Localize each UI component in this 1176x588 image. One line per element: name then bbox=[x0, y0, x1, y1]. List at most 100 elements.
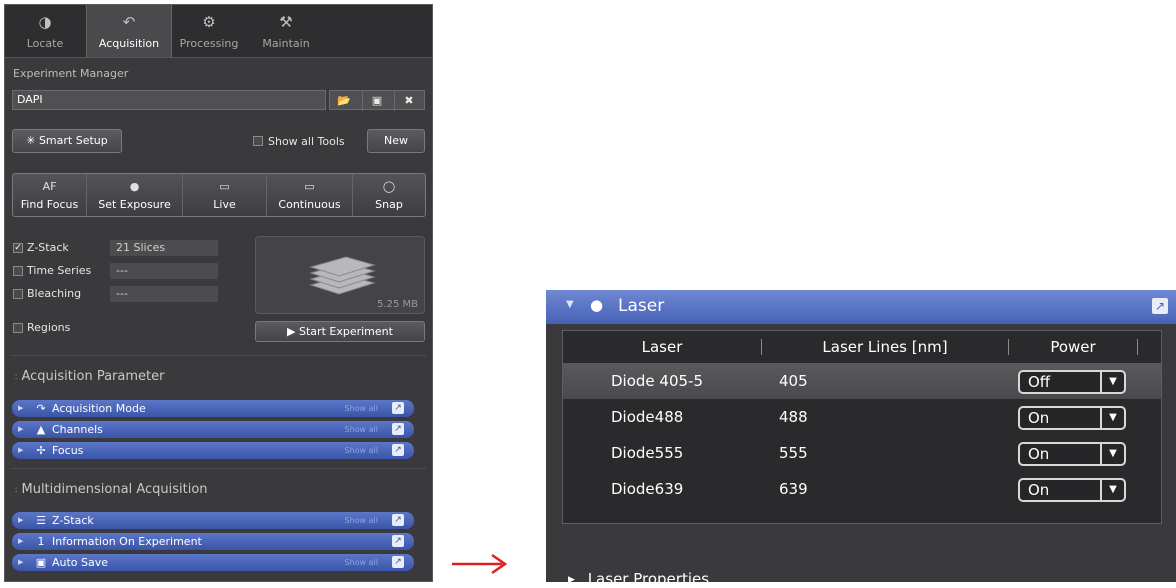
column-divider bbox=[1137, 339, 1138, 355]
show-all-toggle[interactable]: Show all bbox=[345, 442, 378, 459]
delete-icon[interactable]: ✖ bbox=[394, 91, 423, 111]
info-icon: 1 bbox=[37, 535, 45, 548]
experiment-name-field[interactable]: DAPI bbox=[12, 90, 326, 110]
laser-line: 405 bbox=[779, 372, 808, 390]
power-dropdown[interactable]: Off ▼ bbox=[1018, 370, 1126, 394]
z-stack-value[interactable]: 21 Slices bbox=[110, 240, 218, 256]
acquisition-mode-icon: ↷ bbox=[36, 402, 46, 415]
table-row[interactable]: Diode555 555 On ▼ bbox=[563, 435, 1161, 471]
live-icon: ▭ bbox=[219, 180, 230, 193]
multidimensional-acquisition-heading: ∶ Multidimensional Acquisition bbox=[15, 482, 208, 497]
tab-acquisition[interactable]: ↶ Acquisition bbox=[86, 5, 172, 57]
popout-icon[interactable]: ↗ bbox=[392, 423, 404, 435]
table-row[interactable]: Diode639 639 On ▼ bbox=[563, 471, 1161, 507]
divider bbox=[12, 468, 426, 469]
acquisition-icon: ↶ bbox=[122, 13, 136, 31]
maintain-icon: ⚒ bbox=[279, 13, 293, 31]
show-all-toggle[interactable]: Show all bbox=[345, 421, 378, 438]
tab-maintain[interactable]: ⚒ Maintain bbox=[248, 5, 324, 57]
channels-bar[interactable]: ▶ ▲ Channels Show all ↗ bbox=[12, 421, 414, 438]
tab-bar: ◑ Locate ↶ Acquisition ⚙ Processing ⚒ Ma… bbox=[5, 5, 432, 58]
power-dropdown[interactable]: On ▼ bbox=[1018, 406, 1126, 430]
section-grip-icon: ∶ bbox=[15, 373, 18, 383]
show-all-toggle[interactable]: Show all bbox=[345, 512, 378, 529]
section-grip-icon: ∶ bbox=[15, 486, 18, 496]
play-icon: ▶ bbox=[287, 325, 296, 338]
popout-icon[interactable]: ↗ bbox=[392, 444, 404, 456]
power-dropdown[interactable]: On ▼ bbox=[1018, 478, 1126, 502]
expand-icon: ▶ bbox=[18, 516, 24, 524]
laser-properties-toggle[interactable]: ▶ Laser Properties bbox=[568, 570, 709, 588]
acquisition-parameter-heading: ∶ Acquisition Parameter bbox=[15, 369, 165, 384]
regions-checkbox[interactable] bbox=[13, 323, 23, 333]
focus-icon: ✢ bbox=[36, 444, 46, 457]
laser-header[interactable]: ▼ ● Laser ↗ bbox=[546, 290, 1176, 324]
regions-label: Regions bbox=[27, 321, 71, 334]
time-series-checkbox[interactable] bbox=[13, 266, 23, 276]
set-exposure-button[interactable]: ● Set Exposure bbox=[87, 174, 183, 216]
continuous-button[interactable]: ▭ Continuous bbox=[267, 174, 353, 216]
new-button[interactable]: New bbox=[367, 129, 425, 153]
popout-icon[interactable]: ↗ bbox=[392, 514, 404, 526]
tab-locate[interactable]: ◑ Locate bbox=[5, 5, 85, 57]
smart-setup-button[interactable]: ✳ Smart Setup bbox=[12, 129, 122, 153]
bulb-icon: ● bbox=[590, 296, 604, 314]
experiment-file-buttons: 📂 ▣ ✖ bbox=[329, 90, 425, 111]
tab-processing[interactable]: ⚙ Processing bbox=[171, 5, 247, 57]
z-stack-bar[interactable]: ▶ ☰ Z-Stack Show all ↗ bbox=[12, 512, 414, 529]
show-all-tools-checkbox[interactable] bbox=[253, 136, 263, 146]
laser-name: Diode639 bbox=[611, 480, 684, 498]
zstack-icon: ☰ bbox=[36, 514, 46, 527]
show-all-toggle[interactable]: Show all bbox=[345, 400, 378, 417]
experiment-manager-label: Experiment Manager bbox=[13, 67, 129, 80]
popout-icon[interactable]: ↗ bbox=[392, 402, 404, 414]
column-header-laser-lines[interactable]: Laser Lines [nm] bbox=[762, 331, 1008, 363]
snap-icon: ◯ bbox=[382, 180, 396, 193]
laser-name: Diode555 bbox=[611, 444, 684, 462]
bleaching-value[interactable]: --- bbox=[110, 286, 218, 302]
wand-icon: ✳ bbox=[26, 134, 36, 147]
laser-line: 555 bbox=[779, 444, 808, 462]
continuous-icon: ▭ bbox=[304, 180, 315, 193]
chevron-down-icon: ▼ bbox=[1100, 372, 1124, 392]
live-button[interactable]: ▭ Live bbox=[183, 174, 267, 216]
snap-button[interactable]: ◯ Snap bbox=[353, 174, 425, 216]
popout-icon[interactable]: ↗ bbox=[392, 535, 404, 547]
processing-icon: ⚙ bbox=[202, 13, 216, 31]
acquisition-tools: AF Find Focus ● Set Exposure ▭ Live ▭ Co… bbox=[12, 173, 426, 217]
autofocus-icon: AF bbox=[42, 180, 57, 193]
table-row[interactable]: Diode 405-5 405 Off ▼ bbox=[563, 363, 1161, 399]
show-all-toggle[interactable]: Show all bbox=[345, 554, 378, 571]
chevron-down-icon: ▼ bbox=[1100, 444, 1124, 464]
power-dropdown[interactable]: On ▼ bbox=[1018, 442, 1126, 466]
channels-icon: ▲ bbox=[36, 423, 46, 436]
laser-name: Diode488 bbox=[611, 408, 684, 426]
bleaching-checkbox[interactable] bbox=[13, 289, 23, 299]
bleaching-label: Bleaching bbox=[27, 287, 82, 300]
acquisition-panel: ◑ Locate ↶ Acquisition ⚙ Processing ⚒ Ma… bbox=[4, 4, 433, 582]
locate-icon: ◑ bbox=[38, 13, 52, 31]
popout-icon[interactable]: ↗ bbox=[1152, 298, 1168, 314]
information-on-experiment-bar[interactable]: ▶ 1 Information On Experiment ↗ bbox=[12, 533, 414, 550]
auto-save-bar[interactable]: ▶ ▣ Auto Save Show all ↗ bbox=[12, 554, 414, 571]
table-row[interactable]: Diode488 488 On ▼ bbox=[563, 399, 1161, 435]
z-stack-label: Z-Stack bbox=[27, 241, 69, 254]
right-arrow-icon bbox=[452, 553, 508, 575]
open-folder-icon[interactable]: 📂 bbox=[330, 91, 358, 111]
laser-name: Diode 405-5 bbox=[611, 372, 703, 390]
show-all-tools-label: Show all Tools bbox=[268, 135, 345, 148]
acquisition-mode-bar[interactable]: ▶ ↷ Acquisition Mode Show all ↗ bbox=[12, 400, 414, 417]
focus-bar[interactable]: ▶ ✢ Focus Show all ↗ bbox=[12, 442, 414, 459]
collapse-icon[interactable]: ▼ bbox=[566, 299, 574, 310]
z-stack-checkbox[interactable]: ✓ bbox=[13, 243, 23, 253]
popout-icon[interactable]: ↗ bbox=[392, 556, 404, 568]
expand-icon: ▶ bbox=[18, 446, 24, 454]
find-focus-button[interactable]: AF Find Focus bbox=[13, 174, 87, 216]
save-icon[interactable]: ▣ bbox=[362, 91, 391, 111]
time-series-value[interactable]: --- bbox=[110, 263, 218, 279]
column-header-power[interactable]: Power bbox=[1009, 331, 1137, 363]
expand-icon: ▶ bbox=[18, 537, 24, 545]
column-header-laser[interactable]: Laser bbox=[563, 331, 761, 363]
start-experiment-button[interactable]: ▶ Start Experiment bbox=[255, 321, 425, 342]
laser-line: 639 bbox=[779, 480, 808, 498]
